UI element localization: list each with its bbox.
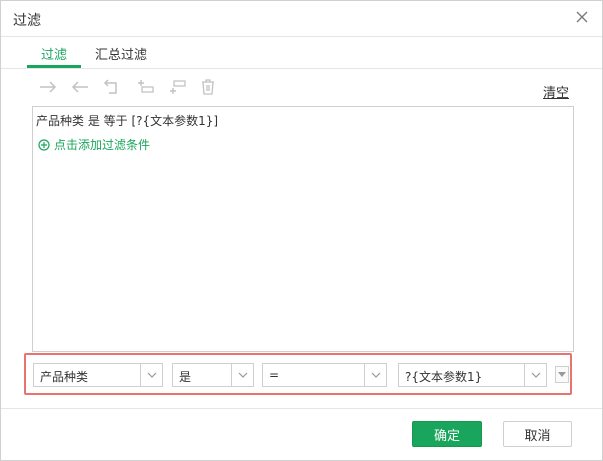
field-select[interactable]: 产品种类 xyxy=(33,363,163,387)
plus-circle-icon xyxy=(38,138,50,151)
field-select-value: 产品种类 xyxy=(40,370,89,384)
value-select-value: ?{文本参数1} xyxy=(405,370,483,384)
tab-summary-filter[interactable]: 汇总过滤 xyxy=(95,44,147,63)
operator-select[interactable]: = xyxy=(262,363,387,387)
dialog-title: 过滤 xyxy=(13,13,41,29)
footer-divider xyxy=(1,408,602,409)
close-icon[interactable] xyxy=(574,9,590,25)
negation-select-value: 是 xyxy=(179,370,192,384)
chevron-down-icon xyxy=(140,364,162,386)
add-condition-label: 点击添加过滤条件 xyxy=(54,138,151,152)
add-condition-button[interactable]: 点击添加过滤条件 xyxy=(38,136,150,153)
tab-bar: 过滤 汇总过滤 xyxy=(1,37,602,69)
active-tab-indicator xyxy=(27,65,81,68)
filter-dialog: 过滤 过滤 汇总过滤 清空 产品种类 是 等于 [?{文本参数1}] 点击添加过… xyxy=(0,0,603,461)
cancel-button[interactable]: 取消 xyxy=(503,421,572,447)
insert-below-icon[interactable] xyxy=(167,77,189,97)
arrow-left-icon[interactable] xyxy=(69,77,91,97)
value-select[interactable]: ?{文本参数1} xyxy=(398,363,547,387)
arrow-right-icon[interactable] xyxy=(37,77,59,97)
condition-panel: 产品种类 是 等于 [?{文本参数1}] 点击添加过滤条件 xyxy=(32,106,574,352)
clear-link[interactable]: 清空 xyxy=(543,82,569,101)
value-type-dropdown[interactable] xyxy=(555,366,569,383)
condition-text[interactable]: 产品种类 是 等于 [?{文本参数1}] xyxy=(36,112,218,129)
chevron-down-icon xyxy=(231,364,253,386)
chevron-down-icon xyxy=(364,364,386,386)
caret-down-icon xyxy=(558,372,566,377)
operator-select-value: = xyxy=(269,368,280,382)
ok-button[interactable]: 确定 xyxy=(412,421,482,447)
dialog-titlebar: 过滤 xyxy=(1,1,602,37)
trash-icon[interactable] xyxy=(197,77,219,97)
tab-filter[interactable]: 过滤 xyxy=(41,44,67,63)
insert-above-icon[interactable] xyxy=(135,77,157,97)
return-icon[interactable] xyxy=(101,77,123,97)
chevron-down-icon xyxy=(524,364,546,386)
negation-select[interactable]: 是 xyxy=(172,363,254,387)
